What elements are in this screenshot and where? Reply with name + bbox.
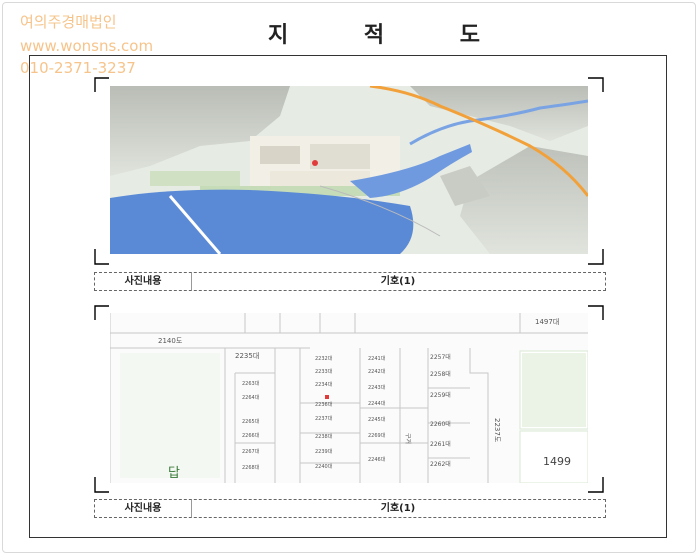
- lot-label: 2266대: [242, 432, 260, 439]
- caption-label: 사진내용: [95, 273, 192, 290]
- lot-label: 2263대: [242, 380, 260, 387]
- lot-label: 2140도: [158, 337, 183, 345]
- lot-label: 2268대: [242, 464, 260, 471]
- lot-label: 2259대: [430, 391, 451, 399]
- lot-label: 2246대: [368, 456, 386, 463]
- watermark-company: 여의주경매법인: [20, 13, 117, 31]
- lot-label: 2262대: [430, 460, 451, 468]
- lot-label: 구거: [404, 433, 412, 444]
- aerial-map-graphic: [110, 86, 588, 254]
- lot-label: 2241대: [368, 355, 386, 362]
- lot-label: 1499: [543, 455, 571, 468]
- lot-label: 2267대: [242, 448, 260, 455]
- lot-label: 2235대: [235, 352, 259, 360]
- lot-label: 2257대: [430, 353, 451, 361]
- lot-label: 2234대: [315, 381, 333, 388]
- lot-label: 2236대: [315, 401, 333, 408]
- corner-mark: [94, 477, 109, 493]
- lot-label: 2237대: [315, 415, 333, 422]
- lot-label: 1497대: [535, 318, 559, 326]
- lot-label: 2261대: [430, 440, 451, 448]
- lot-label: 2238대: [315, 433, 333, 440]
- photo-caption-row: 사진내용 기호(1): [94, 499, 606, 518]
- corner-mark: [94, 249, 109, 265]
- lot-label: 2265대: [242, 418, 260, 425]
- corner-mark: [94, 305, 109, 320]
- road-label: 2237도: [493, 418, 501, 443]
- caption-label: 사진내용: [95, 500, 192, 517]
- lot-label: 2269대: [368, 432, 386, 439]
- lot-label: 2258대: [430, 370, 451, 378]
- corner-mark: [588, 477, 604, 493]
- lot-label: 2243대: [368, 384, 386, 391]
- cadastral-map-graphic: 2140도 2235대 1497대 2232대 2233대 2234대 2236…: [110, 313, 588, 483]
- caption-symbol: 기호(1): [380, 276, 416, 287]
- corner-mark: [94, 77, 109, 92]
- lot-label: 2239대: [315, 448, 333, 455]
- page-title: 지 적 도: [268, 23, 515, 48]
- lot-label: 2245대: [368, 416, 386, 423]
- lot-label: 2244대: [368, 400, 386, 407]
- lot-label: 2264대: [242, 394, 260, 401]
- photo-caption-row: 사진내용 기호(1): [94, 272, 606, 291]
- lot-label: 2242대: [368, 368, 386, 375]
- corner-mark: [588, 305, 604, 320]
- lot-label: 2232대: [315, 355, 333, 362]
- lot-label: 2240대: [315, 463, 333, 470]
- cadastral-map: 2140도 2235대 1497대 2232대 2233대 2234대 2236…: [110, 313, 588, 483]
- lot-label: 2233대: [315, 368, 333, 375]
- aerial-map: [110, 86, 588, 254]
- watermark-website: www.wonsns.com: [20, 37, 154, 55]
- corner-mark: [588, 77, 604, 92]
- caption-symbol: 기호(1): [380, 503, 416, 514]
- corner-mark: [588, 249, 604, 265]
- lot-label: 2260대: [430, 420, 451, 428]
- field-label: 답: [168, 466, 180, 481]
